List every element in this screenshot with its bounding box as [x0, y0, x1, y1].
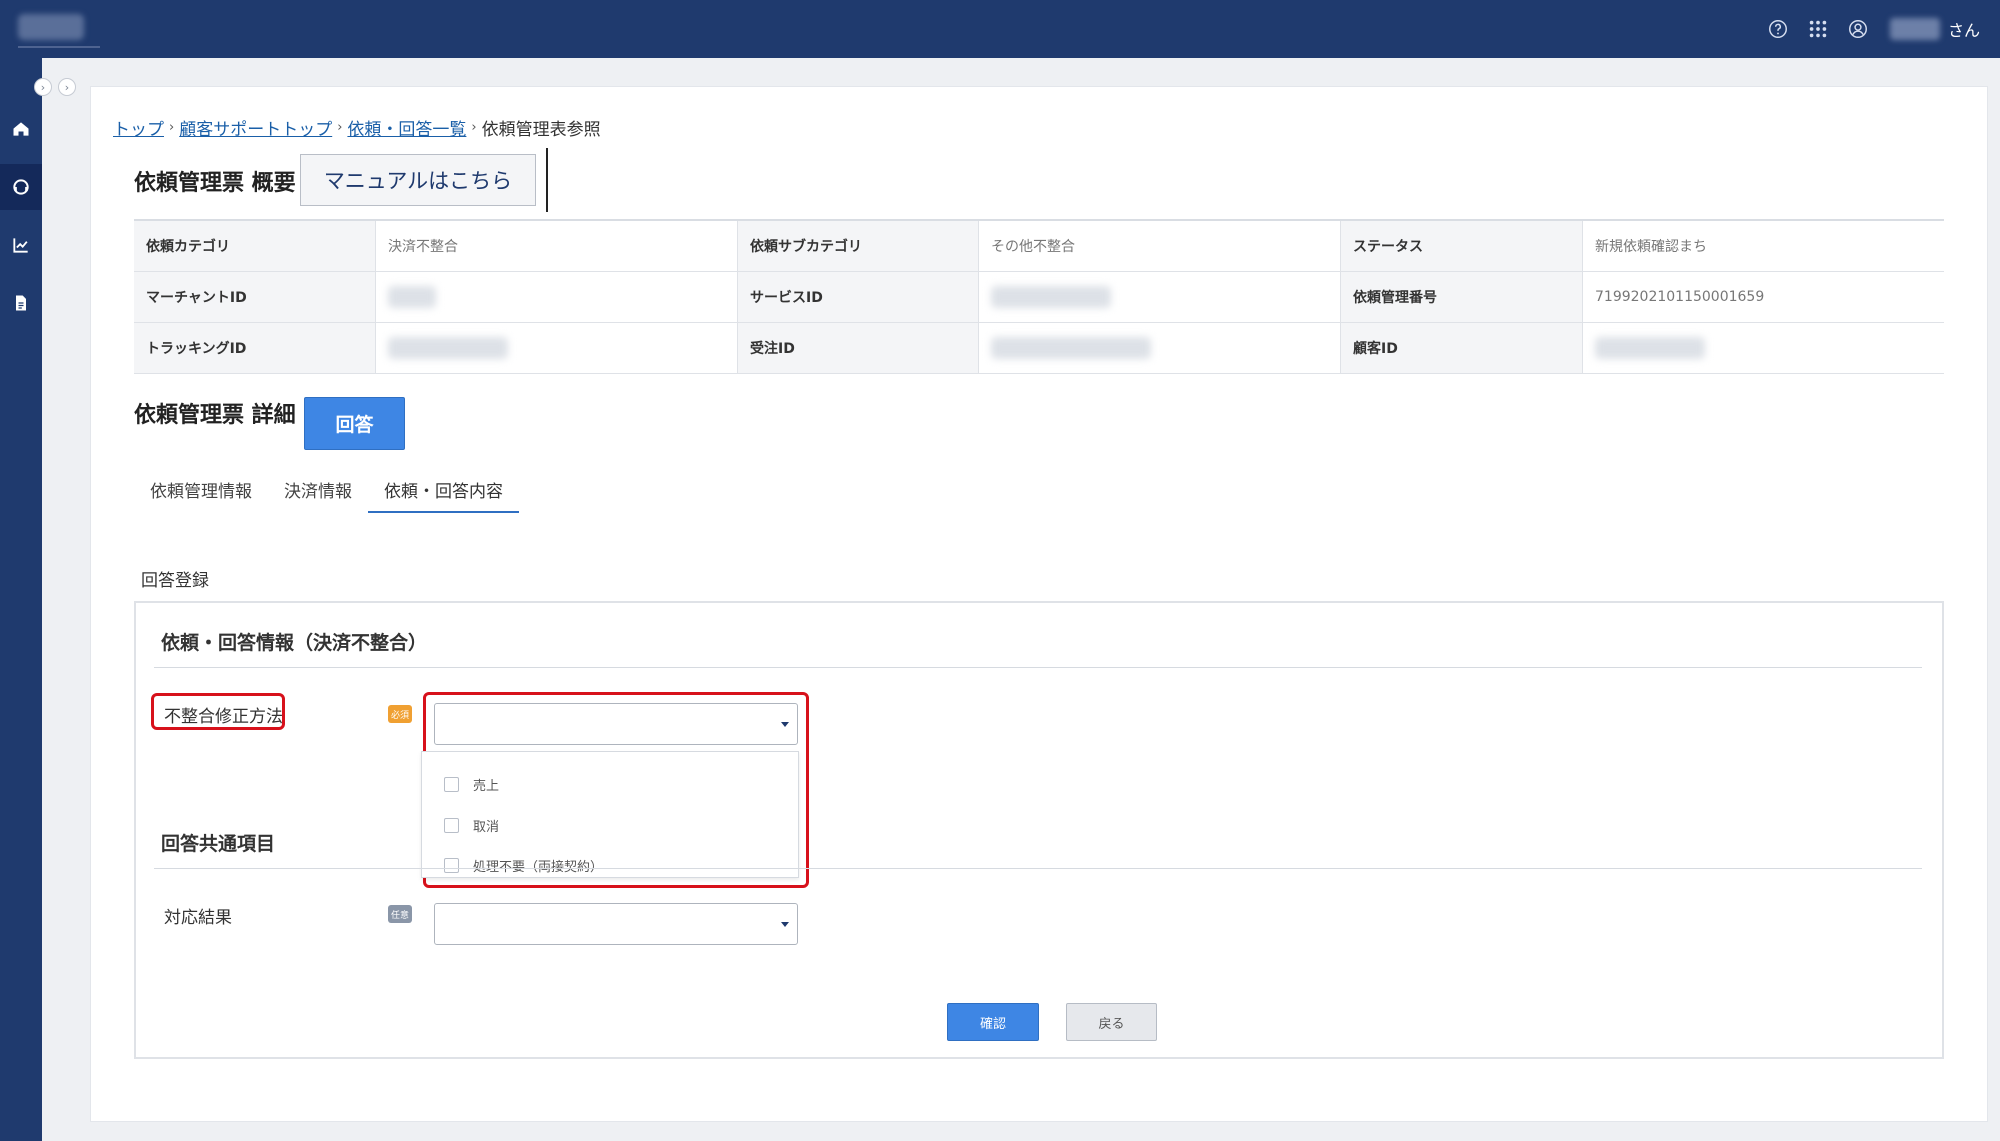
divider: [154, 667, 1922, 668]
breadcrumb-current: 依頼管理表参照: [481, 120, 601, 140]
detail-title: 依頼管理票 詳細: [134, 403, 296, 428]
table-value-redacted: [376, 323, 738, 373]
group-title-common: 回答共通項目: [161, 833, 276, 855]
option-label: 処理不要（両接契約）: [473, 860, 604, 875]
table-label: トラッキングID: [134, 323, 376, 373]
dropdown-option[interactable]: 処理不要（両接契約）: [444, 856, 603, 875]
top-header: さん: [0, 0, 2000, 58]
logo: [18, 14, 84, 40]
username-suffix: さん: [1947, 21, 1980, 40]
chart-icon: [13, 238, 28, 253]
logo-underline: [18, 46, 100, 48]
dropdown-option[interactable]: 売上: [444, 775, 499, 794]
table-value-redacted: [376, 272, 738, 322]
breadcrumb-link-support-top[interactable]: 顧客サポートトップ: [179, 115, 332, 140]
breadcrumb-link-request-list[interactable]: 依頼・回答一覧: [347, 115, 466, 140]
left-sidebar: [0, 58, 42, 1141]
back-button[interactable]: 戻る: [1066, 1003, 1157, 1041]
collapse-toggle-right[interactable]: ›: [58, 78, 76, 96]
sidebar-item-support[interactable]: [0, 164, 42, 210]
table-value-redacted: [979, 323, 1341, 373]
table-label: サービスID: [738, 272, 979, 322]
table-label: ステータス: [1341, 221, 1583, 271]
sidebar-item-document[interactable]: [0, 280, 42, 326]
option-label: 取消: [473, 820, 500, 835]
redacted-value: [991, 337, 1151, 359]
answer-registration-label: 回答登録: [141, 571, 209, 591]
collapse-toggle-left[interactable]: ›: [34, 78, 52, 96]
table-label: 依頼サブカテゴリ: [738, 221, 979, 271]
chevron-right-icon: ›: [64, 80, 70, 94]
overview-title: 依頼管理票 概要: [134, 171, 296, 196]
redacted-value: [388, 286, 436, 308]
option-checkbox[interactable]: [444, 818, 459, 833]
username: [1889, 18, 1940, 40]
table-row: マーチャントID サービスID 依頼管理番号 71992021011500016…: [134, 272, 1944, 323]
redacted-value: [388, 337, 508, 359]
tab-request-info[interactable]: 依頼管理情報: [134, 469, 268, 513]
tab-payment-info[interactable]: 決済情報: [268, 469, 368, 513]
breadcrumb-link-top[interactable]: トップ: [113, 115, 164, 140]
breadcrumb-separator: ›: [471, 120, 477, 135]
table-value: 決済不整合: [376, 221, 738, 271]
table-label: 依頼管理番号: [1341, 272, 1583, 322]
divider: [154, 868, 1922, 869]
table-value: 新規依頼確認まち: [1595, 239, 1707, 255]
chevron-down-icon: [781, 922, 789, 927]
overview-table: 依頼カテゴリ 決済不整合 依頼サブカテゴリ その他不整合 ステータス 新規依頼確…: [134, 219, 1944, 374]
group-title-request-answer: 依頼・回答情報（決済不整合）: [161, 632, 428, 654]
result-select[interactable]: [434, 903, 798, 945]
apps-grid-icon[interactable]: [1798, 9, 1838, 49]
table-label: 受注ID: [738, 323, 979, 373]
optional-badge: 任意: [388, 905, 412, 923]
chevron-right-icon: ›: [40, 80, 46, 94]
dropdown-option[interactable]: 取消: [444, 816, 499, 835]
text-cursor: [546, 148, 548, 212]
confirm-button[interactable]: 確認: [947, 1003, 1039, 1041]
table-value: 7199202101150001659: [1595, 289, 1765, 305]
option-label: 売上: [473, 779, 500, 794]
detail-tabs: 依頼管理情報 決済情報 依頼・回答内容: [134, 469, 519, 513]
redacted-value: [1595, 337, 1705, 359]
user-icon[interactable]: [1838, 9, 1878, 49]
sidebar-item-chart[interactable]: [0, 222, 42, 268]
table-label: 顧客ID: [1341, 323, 1583, 373]
fix-method-select[interactable]: [434, 703, 798, 745]
option-checkbox[interactable]: [444, 858, 459, 873]
table-row: トラッキングID 受注ID 顧客ID: [134, 323, 1944, 374]
help-icon[interactable]: [1758, 9, 1798, 49]
option-checkbox[interactable]: [444, 777, 459, 792]
manual-button[interactable]: マニュアルはこちら: [300, 154, 536, 206]
table-value: その他不整合: [979, 221, 1341, 271]
redacted-value: [991, 286, 1111, 308]
header-actions: さん: [1758, 0, 1980, 58]
chevron-down-icon: [781, 722, 789, 727]
required-badge: 必須: [388, 705, 412, 723]
document-icon: [16, 295, 26, 311]
fix-method-label: 不整合修正方法: [164, 707, 283, 727]
fix-method-dropdown: 売上 取消 処理不要（両接契約）: [421, 751, 799, 878]
table-label: マーチャントID: [134, 272, 376, 322]
tab-request-answer[interactable]: 依頼・回答内容: [368, 469, 519, 513]
support-icon: [13, 179, 29, 195]
table-value-redacted: [979, 272, 1341, 322]
home-icon: [13, 122, 29, 136]
table-value-redacted: [1583, 323, 1944, 373]
answer-button[interactable]: 回答: [304, 397, 405, 450]
table-label: 依頼カテゴリ: [134, 221, 376, 271]
result-label: 対応結果: [164, 908, 232, 928]
breadcrumb-separator: ›: [169, 120, 175, 135]
sidebar-item-home[interactable]: [0, 106, 42, 152]
breadcrumb-separator: ›: [337, 120, 343, 135]
breadcrumb: トップ › 顧客サポートトップ › 依頼・回答一覧 › 依頼管理表参照: [113, 115, 601, 140]
table-row: 依頼カテゴリ 決済不整合 依頼サブカテゴリ その他不整合 ステータス 新規依頼確…: [134, 221, 1944, 272]
answer-form: [134, 601, 1944, 1059]
